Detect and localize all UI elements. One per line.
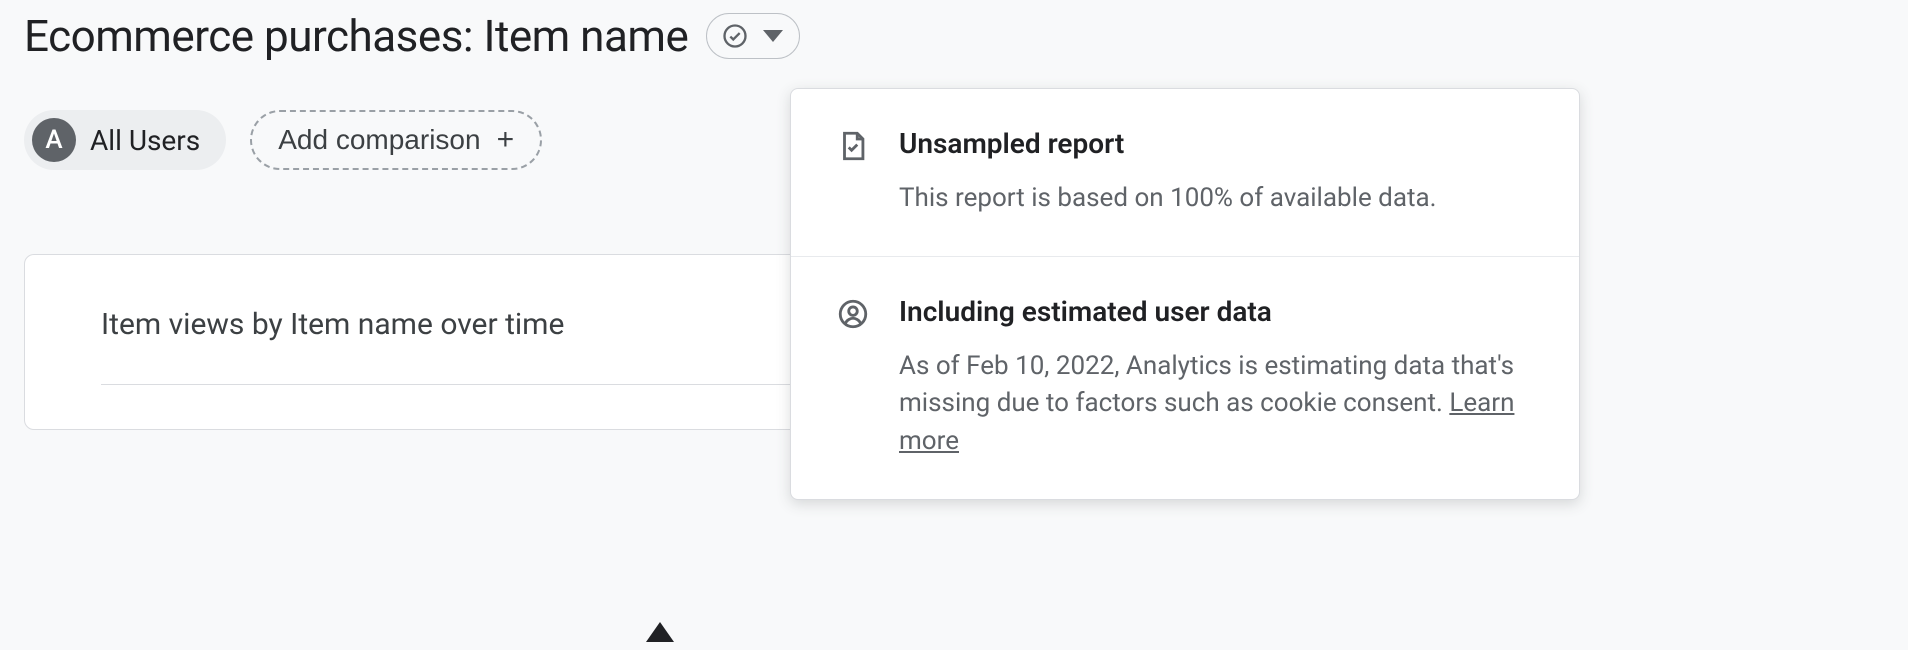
document-check-icon (835, 127, 871, 218)
add-comparison-label: Add comparison (278, 124, 480, 156)
segment-avatar: A (32, 118, 76, 162)
caret-down-icon (763, 30, 783, 42)
panel-item-desc: This report is based on 100% of availabl… (899, 180, 1535, 218)
page-title: Ecommerce purchases: Item name (24, 10, 688, 62)
panel-item-title: Including estimated user data (899, 295, 1535, 328)
panel-item-unsampled: Unsampled report This report is based on… (791, 89, 1579, 256)
panel-item-desc-text: As of Feb 10, 2022, Analytics is estimat… (899, 351, 1514, 419)
segment-chip-all-users[interactable]: A All Users (24, 110, 226, 170)
add-comparison-button[interactable]: Add comparison + (250, 110, 542, 170)
header-row: Ecommerce purchases: Item name (0, 0, 1908, 62)
panel-item-desc: As of Feb 10, 2022, Analytics is estimat… (899, 348, 1535, 461)
check-circle-icon (721, 22, 749, 50)
data-quality-panel: Unsampled report This report is based on… (790, 88, 1580, 500)
plus-icon: + (497, 125, 515, 155)
segment-label: All Users (90, 124, 200, 157)
panel-item-title: Unsampled report (899, 127, 1535, 160)
panel-item-estimated: Including estimated user data As of Feb … (791, 256, 1579, 499)
user-circle-icon (835, 295, 871, 461)
data-quality-chip[interactable] (706, 13, 800, 59)
triangle-marker-icon (646, 622, 674, 642)
